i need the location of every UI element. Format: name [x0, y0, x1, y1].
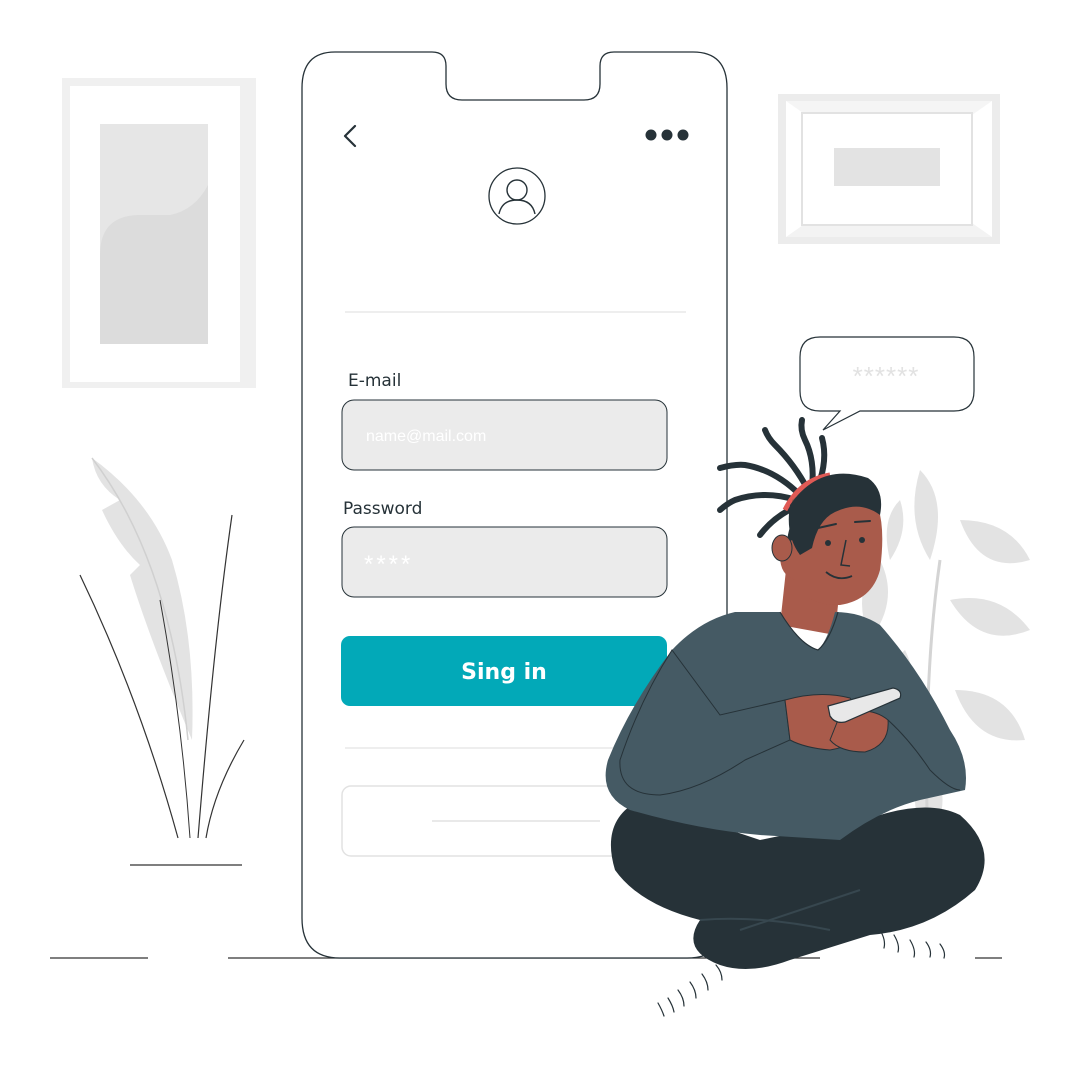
more-horizontal-icon[interactable] [640, 122, 694, 148]
secondary-button[interactable] [341, 785, 643, 857]
wall-frame-left [62, 78, 256, 388]
email-label: E-mail [348, 371, 401, 391]
signin-button[interactable]: Sing in [341, 636, 667, 706]
illustration-scene: E-mail name@mail.com Password **** Sing … [50, 51, 1030, 1017]
email-field-placeholder: name@mail.com [366, 428, 486, 445]
speech-bubble-text: ****** [853, 361, 920, 391]
speech-bubble: ****** [799, 336, 975, 431]
signin-button-label: Sing in [461, 660, 547, 685]
wall-frame-right [778, 94, 1000, 244]
password-label: Password [343, 499, 422, 519]
password-field-value: **** [364, 551, 413, 578]
plant-left [79, 457, 245, 866]
avatar [488, 167, 546, 225]
chevron-left-icon[interactable] [335, 118, 365, 152]
